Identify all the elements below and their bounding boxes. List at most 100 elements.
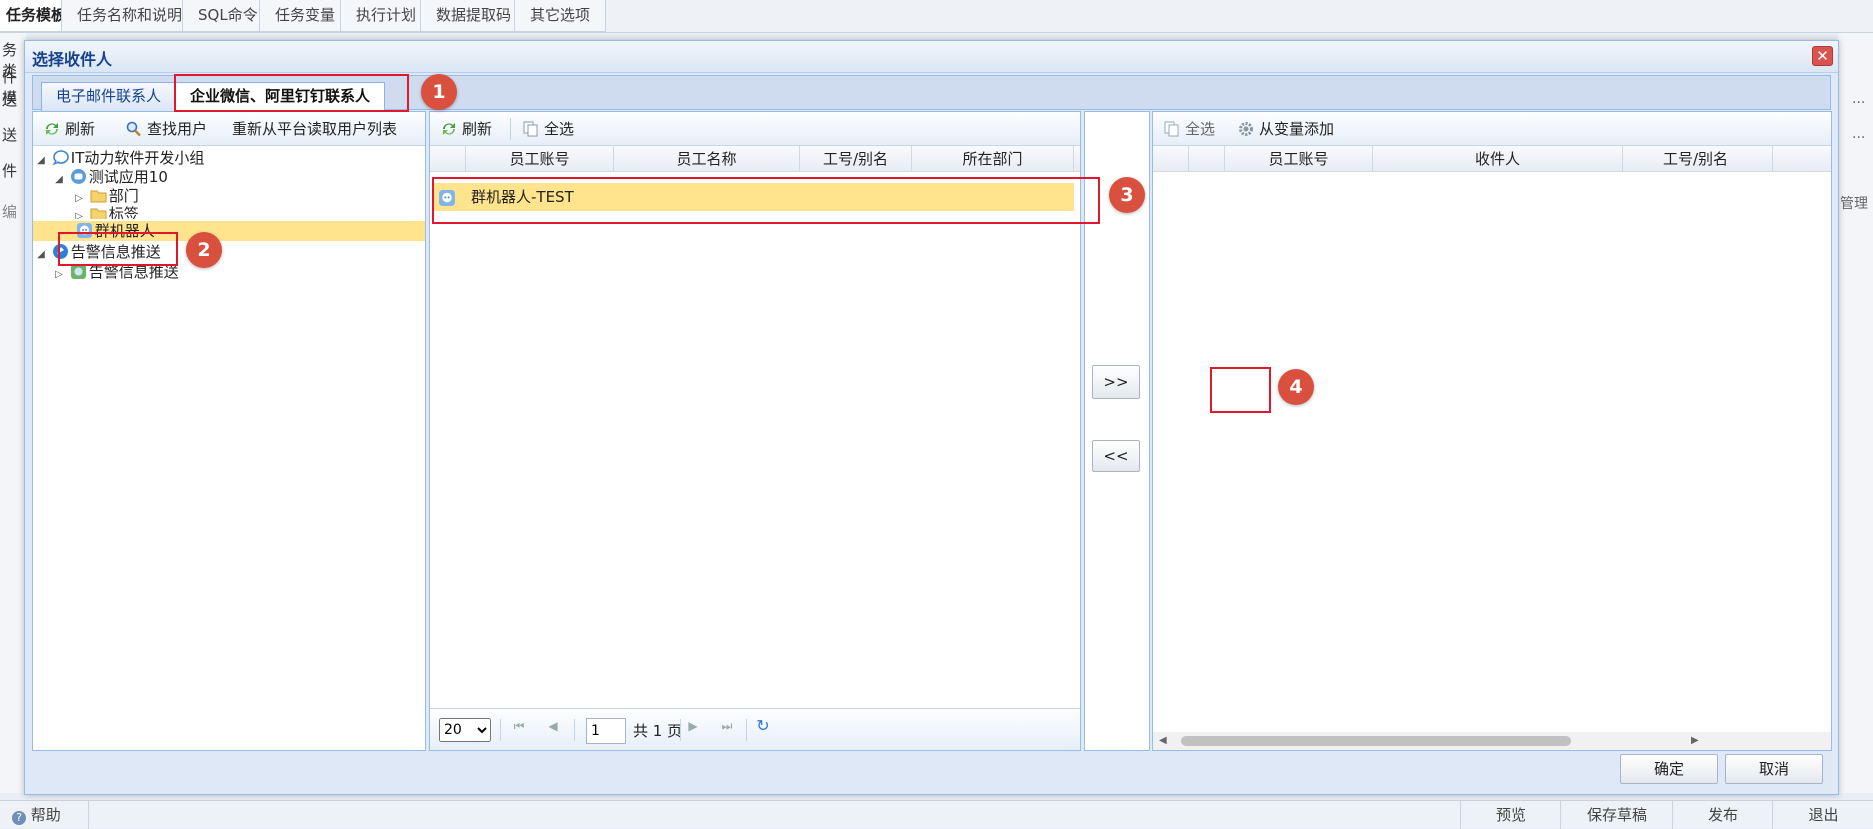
tree-node-label: 测试应用10 (88, 168, 168, 186)
tree-toolbar: 刷新 查找用户 重新从平台读取用户列表 (33, 112, 425, 146)
reload-icon[interactable]: ↻ (754, 717, 772, 735)
select-all-label: 全选 (544, 120, 575, 138)
annotation-marker-3: 3 (1109, 177, 1145, 213)
candidate-toolbar: 刷新 全选 (430, 112, 1080, 146)
pagination-bar: 20 ⏮ ◀ 共 1 页 ▶ ⏭ ↻ (430, 708, 1080, 750)
tab-task-vars[interactable]: 任务变量 (259, 0, 352, 32)
bottom-action-bar: ? 帮助 预览 保存草稿 发布 退出 (0, 800, 1873, 829)
folder-icon (90, 205, 107, 219)
find-user-button[interactable]: 查找用户 (125, 118, 207, 140)
main-tab-bar: 任务模板 任务名称和说明 SQL命令 任务变量 执行计划 数据提取码 其它选项 (0, 0, 1873, 33)
more-button[interactable]: ... (1852, 126, 1865, 142)
remove-recipient-button[interactable]: << (1092, 440, 1140, 472)
tab-schedule[interactable]: 执行计划 (340, 0, 433, 32)
column-header[interactable]: 员工名称 (614, 146, 800, 172)
annotation-marker-2: 2 (186, 232, 222, 268)
divider (88, 801, 89, 829)
add-from-variable-button[interactable]: 从变量添加 (1237, 118, 1334, 140)
first-page-icon[interactable]: ⏮ (510, 717, 528, 735)
tree-node-tag[interactable]: ▷ 标签 (73, 203, 413, 219)
page-number-input[interactable] (586, 718, 626, 744)
expand-arrow-icon[interactable]: ◢ (35, 244, 47, 266)
tab-task-name[interactable]: 任务名称和说明 (61, 0, 199, 32)
tree-node-label: 标签 (108, 205, 139, 219)
close-icon[interactable]: ✕ (1812, 46, 1833, 66)
tab-email-contacts[interactable]: 电子邮件联系人 (41, 82, 177, 111)
help-button[interactable]: ? 帮助 (12, 801, 61, 829)
select-all-button[interactable]: 全选 (522, 118, 574, 140)
selected-recipient-panel: 全选 从变量添加 员工账号 收件人 工号/别名 ◀ ▶ (1152, 111, 1832, 751)
column-header[interactable]: 员工账号 (466, 146, 614, 172)
search-icon (125, 121, 143, 137)
refresh-icon (440, 121, 458, 137)
collapse-arrow-icon[interactable]: ▷ (53, 264, 65, 286)
bg-label: 件 (2, 162, 18, 180)
scroll-left-icon[interactable]: ◀ (1159, 735, 1167, 746)
recipient-toolbar: 全选 从变量添加 (1153, 112, 1831, 146)
pager-separator (574, 719, 575, 741)
row-check-column (1189, 146, 1225, 172)
more-button[interactable]: ... (1852, 91, 1865, 107)
scrollbar-thumb[interactable] (1181, 736, 1571, 746)
expand-arrow-icon[interactable]: ◢ (53, 169, 65, 191)
row-icon-column (1153, 146, 1189, 172)
manage-link[interactable]: 管理 (1840, 193, 1868, 213)
preview-button[interactable]: 预览 (1460, 801, 1561, 829)
select-recipient-dialog: 选择收件人 ✕ 电子邮件联系人 企业微信、阿里钉钉联系人 刷新 查找用户 重新从… (24, 40, 1839, 795)
next-page-icon[interactable]: ▶ (684, 717, 702, 735)
refresh-label: 刷新 (65, 120, 96, 138)
annotation-marker-4: 4 (1278, 369, 1314, 405)
exit-button[interactable]: 退出 (1772, 801, 1873, 829)
refresh-icon (43, 121, 61, 137)
expand-arrow-icon[interactable]: ◢ (35, 150, 47, 172)
refresh-button[interactable]: 刷新 (440, 118, 492, 140)
refresh-label: 刷新 (462, 120, 493, 138)
recipient-grid-header: 员工账号 收件人 工号/别名 (1153, 146, 1831, 172)
background-form-labels: 务类 件模 送 送 件 编 (0, 33, 26, 793)
copy-icon (522, 121, 540, 137)
help-label: 帮助 (30, 806, 61, 824)
tab-extract-code[interactable]: 数据提取码 (420, 0, 528, 32)
dialog-header: 选择收件人 ✕ (25, 41, 1838, 73)
chat-bubble-icon (52, 149, 69, 166)
column-header[interactable]: 工号/别名 (1623, 146, 1773, 172)
horizontal-scrollbar[interactable]: ◀ ▶ (1153, 732, 1831, 750)
column-header[interactable]: 员工账号 (1225, 146, 1373, 172)
save-draft-button[interactable]: 保存草稿 (1560, 801, 1673, 829)
add-from-variable-label: 从变量添加 (1259, 120, 1335, 138)
pager-separator (680, 719, 681, 741)
prev-page-icon[interactable]: ◀ (544, 717, 562, 735)
bg-label: 编 (2, 203, 18, 221)
cancel-button[interactable]: 取消 (1725, 754, 1823, 784)
ok-button[interactable]: 确定 (1620, 754, 1718, 784)
background-right-controls: ... ... 管理 (1838, 33, 1873, 793)
gear-icon (1237, 121, 1255, 137)
column-header[interactable]: 工号/别名 (800, 146, 912, 172)
reload-users-button[interactable]: 重新从平台读取用户列表 (232, 118, 397, 140)
annotation-box-4 (1210, 367, 1271, 413)
candidate-grid-header: 员工账号 员工名称 工号/别名 所在部门 (430, 146, 1080, 172)
annotation-box-2 (58, 232, 178, 266)
add-recipient-button[interactable]: >> (1092, 365, 1140, 399)
column-header[interactable]: 所在部门 (912, 146, 1074, 172)
select-all-label: 全选 (1185, 120, 1216, 138)
publish-button[interactable]: 发布 (1672, 801, 1773, 829)
page-size-select[interactable]: 20 (439, 718, 491, 742)
org-tree-panel: 刷新 查找用户 重新从平台读取用户列表 ◢ IT动力软件开发小组 ◢ 测试应用1… (32, 111, 426, 751)
bg-label: 送 (2, 91, 18, 109)
collapse-arrow-icon[interactable]: ▷ (73, 206, 85, 219)
tab-other-options[interactable]: 其它选项 (514, 0, 607, 32)
scroll-right-icon[interactable]: ▶ (1691, 735, 1699, 746)
refresh-button[interactable]: 刷新 (43, 118, 95, 140)
copy-icon (1163, 121, 1181, 137)
select-all-button[interactable]: 全选 (1163, 118, 1215, 140)
dialog-title: 选择收件人 (32, 50, 113, 69)
annotation-box-1 (174, 74, 409, 112)
tree-node-label: IT动力软件开发小组 (70, 149, 205, 167)
last-page-icon[interactable]: ⏭ (718, 717, 736, 735)
bg-label: 送 (2, 126, 18, 144)
column-header[interactable]: 收件人 (1373, 146, 1623, 172)
find-user-label: 查找用户 (147, 120, 208, 138)
annotation-box-3 (432, 177, 1100, 224)
annotation-marker-1: 1 (421, 74, 457, 110)
